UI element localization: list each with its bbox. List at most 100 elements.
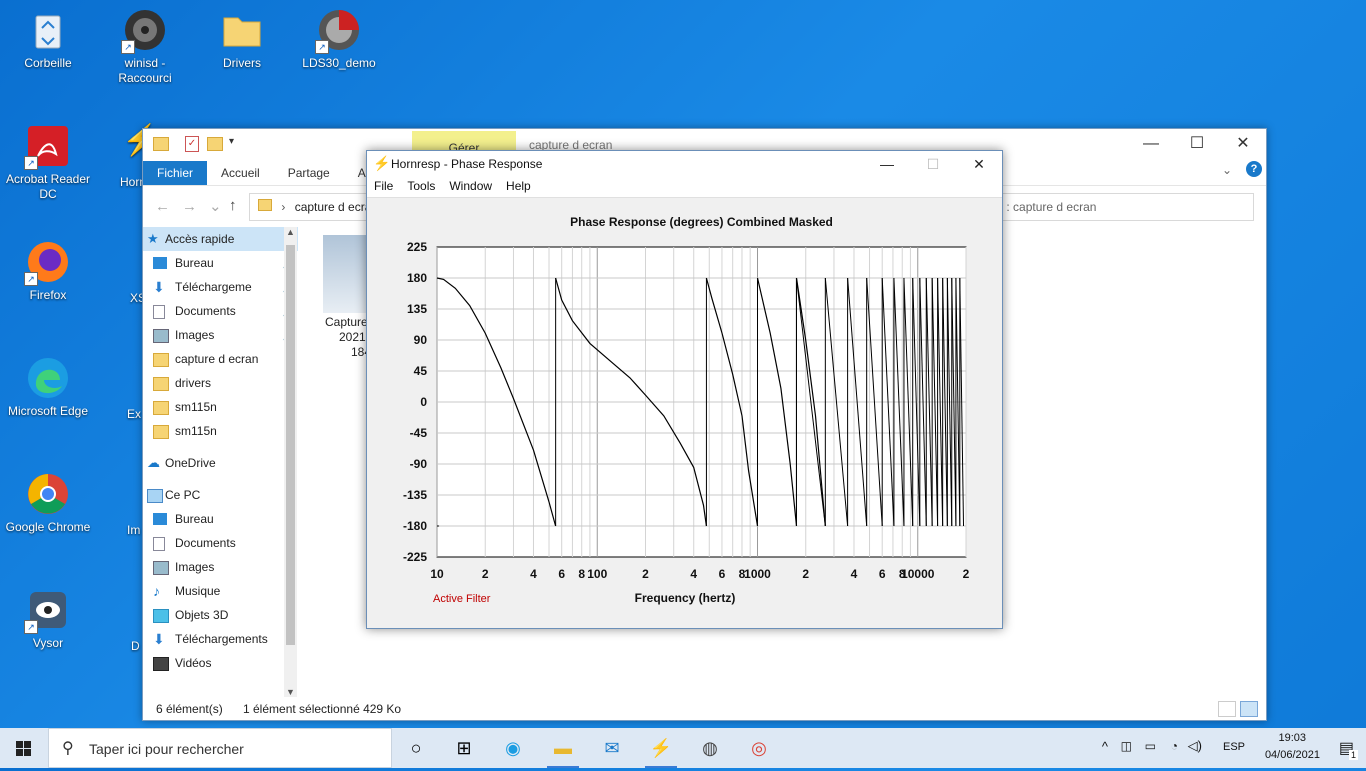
sidebar-item-sm115n[interactable]: sm115n (143, 395, 298, 419)
vysor-icon: ↗ (24, 588, 70, 634)
desktop-icon-d-partial[interactable]: D (131, 639, 140, 653)
sidebar-item-capture-d-ecran[interactable]: capture d ecran (143, 347, 298, 371)
sidebar-item-ce-pc[interactable]: Ce PC (143, 483, 298, 507)
show-hidden-icons-icon[interactable]: ^ (1102, 739, 1108, 754)
winisd-taskbar-icon[interactable]: ◍ (686, 728, 734, 768)
scrollbar-thumb[interactable] (286, 245, 295, 645)
chart-title: Phase Response (degrees) Combined Masked (570, 215, 833, 229)
desktop-icon-im-partial[interactable]: Im (127, 523, 140, 537)
close-button[interactable]: ✕ (1220, 129, 1266, 159)
file-thumbnail[interactable] (323, 235, 367, 313)
y-tick-label: -135 (403, 488, 427, 502)
qat-dropdown-icon[interactable]: ▾ (229, 136, 234, 147)
task-view-icon[interactable]: ⊞ (440, 728, 488, 768)
chrome-taskbar-icon[interactable]: ◎ (735, 728, 783, 768)
desktop-icon-drivers[interactable]: Drivers (197, 8, 287, 71)
document-icon (153, 305, 165, 319)
tab-partage[interactable]: Partage (274, 161, 344, 185)
sidebar-item-label: Téléchargeme (175, 280, 252, 294)
help-icon[interactable]: ? (1246, 161, 1262, 177)
start-button[interactable] (0, 728, 48, 768)
desktop-icon-label: Im (127, 523, 141, 537)
properties-icon[interactable]: ✓ (185, 136, 199, 152)
sidebar-item-telechargements[interactable]: ⬇ Téléchargeme 📌 (143, 275, 298, 299)
sidebar-item-images[interactable]: Images 📌 (143, 323, 298, 347)
sidebar-item-pc-musique[interactable]: ♪ Musique (143, 579, 298, 603)
sidebar-item-label: OneDrive (165, 456, 216, 470)
desktop-icon-vysor[interactable]: ↗ Vysor (3, 588, 93, 651)
new-folder-icon[interactable] (207, 137, 223, 151)
desktop-icon-acrobat[interactable]: ↗ Acrobat Reader DC (3, 124, 93, 202)
clock-date[interactable]: 04/06/2021 (1265, 749, 1320, 761)
sidebar-item-drivers[interactable]: drivers (143, 371, 298, 395)
sidebar-item-pc-telechargements[interactable]: ⬇ Téléchargements (143, 627, 298, 651)
large-icons-view-icon[interactable] (1240, 701, 1258, 717)
maximize-button[interactable]: ☐ (1174, 129, 1220, 159)
hornresp-taskbar-icon[interactable]: ⚡ (637, 728, 685, 768)
minimize-button[interactable]: — (864, 151, 910, 177)
hornresp-titlebar[interactable]: ⚡ Hornresp - Phase Response — ☐ ✕ (367, 151, 1002, 177)
navigation-pane: ★ Accès rapide Bureau 📌 ⬇ Téléchargeme 📌… (143, 227, 298, 697)
shortcut-arrow-icon: ↗ (121, 40, 135, 54)
sidebar-item-sm115n-2[interactable]: sm115n (143, 419, 298, 443)
sidebar-item-pc-documents[interactable]: Documents (143, 531, 298, 555)
mail-taskbar-icon[interactable]: ✉ (588, 728, 636, 768)
scroll-up-icon[interactable]: ▲ (286, 227, 295, 237)
minimize-button[interactable]: — (1128, 129, 1174, 159)
meet-now-icon[interactable]: ◫ (1121, 739, 1132, 753)
sidebar-item-quick-access[interactable]: ★ Accès rapide (143, 227, 298, 251)
up-arrow-icon[interactable]: ↑ (229, 197, 237, 214)
taskbar: ⚲ Taper ici pour rechercher ○ ⊞ ◉ ▬ ✉ ⚡ … (0, 728, 1366, 768)
volume-icon[interactable]: ◁) (1188, 738, 1202, 754)
download-icon: ⬇ (153, 279, 165, 295)
sidebar-item-label: Objets 3D (175, 608, 229, 622)
file-explorer-taskbar-icon[interactable]: ▬ (539, 728, 587, 768)
desktop-icon-chrome[interactable]: Google Chrome (3, 472, 93, 535)
desktop-icon-lds30[interactable]: ↗ LDS30_demo (294, 8, 384, 71)
folder-icon (153, 377, 169, 391)
desktop-icon-recycle-bin[interactable]: Corbeille (3, 8, 93, 71)
sidebar-item-label: Ce PC (165, 488, 201, 502)
sidebar-item-pc-videos[interactable]: Vidéos (143, 651, 298, 675)
sidebar-item-pc-bureau[interactable]: Bureau (143, 507, 298, 531)
active-filter-label[interactable]: Active Filter (433, 593, 491, 605)
desktop-icon-ex-partial[interactable]: Ex (127, 407, 141, 421)
sidebar-item-pc-images[interactable]: Images (143, 555, 298, 579)
desktop-icon-label: Google Chrome (5, 520, 91, 534)
desktop-icon-firefox[interactable]: ↗ Firefox (3, 240, 93, 303)
cortana-icon[interactable]: ○ (392, 728, 440, 768)
hornresp-window[interactable]: ⚡ Hornresp - Phase Response — ☐ ✕ File T… (366, 150, 1003, 629)
desktop-icon-label: Corbeille (24, 56, 72, 70)
cloud-icon: ☁ (147, 455, 160, 470)
sidebar-item-label: Bureau (175, 256, 214, 270)
edge-taskbar-icon[interactable]: ◉ (489, 728, 537, 768)
menu-tools[interactable]: Tools (400, 177, 442, 197)
tab-fichier[interactable]: Fichier (143, 161, 208, 185)
network-icon[interactable]: ◔ (1171, 739, 1178, 753)
input-language[interactable]: ESP (1223, 741, 1245, 753)
close-button[interactable]: ✕ (956, 151, 1002, 177)
menu-file[interactable]: File (367, 177, 400, 197)
details-view-icon[interactable] (1218, 701, 1236, 717)
menu-window[interactable]: Window (442, 177, 499, 197)
sidebar-scrollbar[interactable]: ▲ ▼ (284, 227, 297, 697)
x-tick-label: 10 (430, 567, 444, 581)
cube-icon (153, 609, 169, 623)
sidebar-item-onedrive[interactable]: ☁ OneDrive (143, 451, 298, 475)
menu-help[interactable]: Help (499, 177, 538, 197)
desktop-icon-label: Drivers (223, 56, 261, 70)
desktop-icon-winisd[interactable]: ↗ winisd - Raccourci (100, 8, 190, 86)
folder-icon (153, 137, 169, 151)
back-forward-arrows-icon[interactable]: ←→⌄ (155, 197, 234, 215)
sidebar-item-bureau[interactable]: Bureau 📌 (143, 251, 298, 275)
chevron-down-icon[interactable]: ⌄ (1222, 163, 1232, 177)
y-tick-label: 90 (414, 333, 428, 347)
sidebar-item-pc-objets-3d[interactable]: Objets 3D (143, 603, 298, 627)
battery-icon[interactable]: ▭ (1145, 739, 1156, 753)
clock-time[interactable]: 19:03 (1278, 732, 1306, 744)
sidebar-item-documents[interactable]: Documents 📌 (143, 299, 298, 323)
tab-accueil[interactable]: Accueil (207, 161, 274, 185)
scroll-down-icon[interactable]: ▼ (286, 687, 295, 697)
taskbar-search-input[interactable]: ⚲ Taper ici pour rechercher (48, 728, 392, 768)
desktop-icon-edge[interactable]: Microsoft Edge (3, 356, 93, 419)
